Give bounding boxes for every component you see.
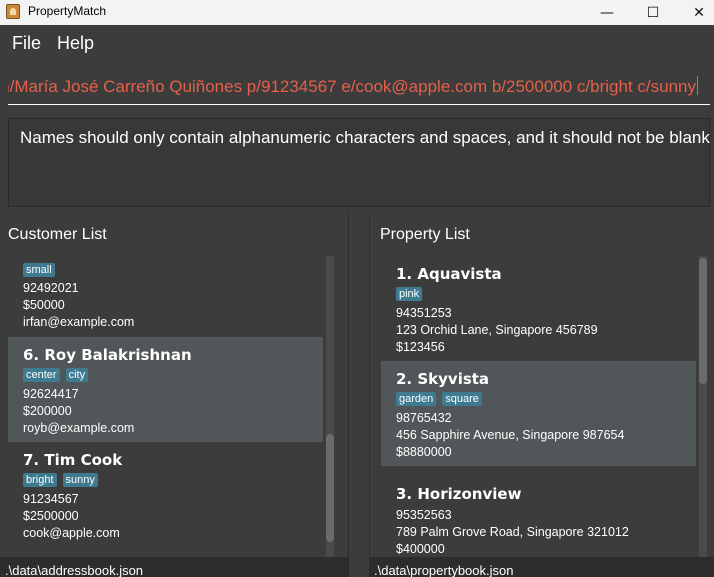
customer-tag: small	[23, 263, 55, 277]
property-card[interactable]: 3. Horizonview 95352563 789 Palm Grove R…	[381, 466, 696, 557]
propertybook-path: .\data\propertybook.json	[374, 563, 514, 577]
customer-tag: center	[23, 368, 60, 382]
property-scroll-thumb[interactable]	[699, 258, 707, 384]
property-price: $400000	[396, 542, 445, 556]
customer-list-title: Customer List	[8, 226, 107, 243]
property-card[interactable]: 2. Skyvista garden square 98765432 456 S…	[381, 361, 696, 466]
customer-email: royb@example.com	[23, 421, 135, 435]
property-address: 456 Sapphire Avenue, Singapore 987654	[396, 428, 625, 442]
status-bar-left: .\data\addressbook.json	[0, 557, 349, 577]
customer-list-panel: Customer List small 92492021 $50000 irfa…	[0, 213, 349, 557]
customer-tag: bright	[23, 473, 57, 487]
menu-file[interactable]: File	[12, 33, 41, 54]
customer-email: cook@apple.com	[23, 526, 120, 540]
customer-phone: 92624417	[23, 387, 79, 401]
property-card[interactable]: 1. Aquavista pink 94351253 123 Orchid La…	[381, 256, 696, 361]
property-address: 789 Palm Grove Road, Singapore 321012	[396, 525, 629, 539]
property-scrollbar[interactable]	[699, 256, 707, 557]
house-icon	[6, 4, 20, 19]
property-address: 123 Orchid Lane, Singapore 456789	[396, 323, 598, 337]
customer-card[interactable]: 6. Roy Balakrishnan center city 92624417…	[8, 337, 323, 442]
property-list[interactable]: 1. Aquavista pink 94351253 123 Orchid La…	[381, 256, 708, 557]
customer-budget: $50000	[23, 298, 65, 312]
customer-phone: 91234567	[23, 492, 79, 506]
pane-divider[interactable]	[349, 213, 369, 557]
result-display[interactable]: Names should only contain alphanumeric c…	[8, 118, 710, 207]
result-message: Names should only contain alphanumeric c…	[20, 128, 710, 147]
customer-name: 7. Tim Cook	[23, 451, 123, 469]
property-list-title: Property List	[380, 226, 470, 243]
customer-scroll-thumb[interactable]	[326, 434, 334, 542]
customer-name: 6. Roy Balakrishnan	[23, 346, 192, 364]
property-price: $8880000	[396, 445, 452, 459]
property-phone: 98765432	[396, 411, 452, 425]
minimize-icon: —	[600, 4, 614, 21]
property-name: 3. Horizonview	[396, 485, 522, 503]
property-name: 2. Skyvista	[396, 370, 490, 388]
property-price: $123456	[396, 340, 445, 354]
customer-budget: $2500000	[23, 509, 79, 523]
maximize-button[interactable]: ☐	[630, 0, 676, 25]
menu-bar: File Help	[0, 25, 714, 61]
minimize-button[interactable]: —	[584, 0, 630, 25]
text-caret	[697, 76, 698, 95]
command-text: : n/María José Carreño Quiñones p/912345…	[8, 77, 696, 96]
customer-tag: city	[65, 368, 89, 382]
close-icon: ✕	[693, 4, 705, 21]
customer-scrollbar[interactable]	[326, 256, 334, 557]
close-button[interactable]: ✕	[676, 0, 714, 25]
property-list-panel: Property List 1. Aquavista pink 94351253…	[369, 213, 714, 557]
command-input[interactable]: : n/María José Carreño Quiñones p/912345…	[8, 65, 710, 105]
title-bar: PropertyMatch — ☐ ✕	[0, 0, 714, 25]
window-title: PropertyMatch	[28, 4, 107, 18]
property-phone: 94351253	[396, 306, 452, 320]
property-name: 1. Aquavista	[396, 265, 502, 283]
addressbook-path: .\data\addressbook.json	[5, 563, 144, 577]
customer-budget: $200000	[23, 404, 72, 418]
property-tag: garden	[396, 392, 437, 406]
customer-card[interactable]: small 92492021 $50000 irfan@example.com	[8, 256, 323, 339]
customer-list[interactable]: small 92492021 $50000 irfan@example.com …	[8, 256, 336, 557]
menu-help[interactable]: Help	[57, 33, 94, 54]
customer-email: irfan@example.com	[23, 315, 135, 329]
maximize-icon: ☐	[646, 4, 660, 21]
customer-tag: sunny	[62, 473, 98, 487]
status-bar-right: .\data\propertybook.json	[369, 557, 714, 577]
property-tag: square	[442, 392, 482, 406]
property-phone: 95352563	[396, 508, 452, 522]
property-tag: pink	[396, 287, 423, 301]
customer-card[interactable]: 7. Tim Cook bright sunny 91234567 $25000…	[8, 442, 323, 547]
customer-phone: 92492021	[23, 281, 79, 295]
